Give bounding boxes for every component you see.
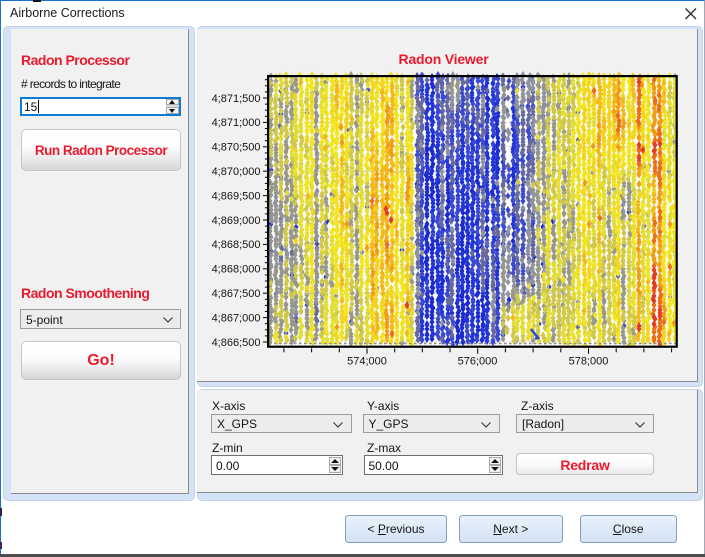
svg-text:574;000: 574;000 [347, 356, 387, 368]
svg-text:4;871;500: 4;871;500 [212, 93, 261, 105]
svg-text:578;000: 578;000 [569, 356, 609, 368]
svg-text:4;871;000: 4;871;000 [212, 117, 261, 129]
svg-text:4;868;500: 4;868;500 [212, 239, 261, 251]
svg-text:4;867;500: 4;867;500 [212, 288, 261, 300]
svg-text:4;869;500: 4;869;500 [212, 190, 261, 202]
svg-text:4;870;500: 4;870;500 [212, 142, 261, 154]
svg-text:4;867;000: 4;867;000 [212, 312, 261, 324]
svg-text:4;868;000: 4;868;000 [212, 264, 261, 276]
svg-text:576;000: 576;000 [458, 356, 498, 368]
svg-text:4;870;000: 4;870;000 [212, 166, 261, 178]
svg-text:4;869;000: 4;869;000 [212, 215, 261, 227]
svg-text:4;866;500: 4;866;500 [212, 337, 261, 349]
